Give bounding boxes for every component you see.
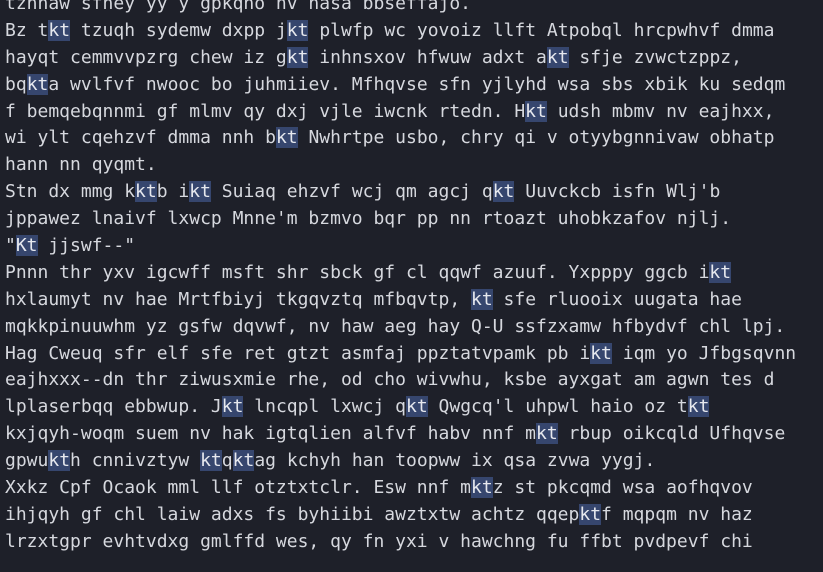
search-match-highlight: kt xyxy=(471,288,493,310)
text-segment: inhnsxov hfwuw adxt a xyxy=(308,46,547,68)
text-segment: hxlaumyt nv hae Mrtfbiyj tkgqvztq mfbqvt… xyxy=(5,288,471,310)
search-match-highlight: kt xyxy=(200,450,222,472)
text-segment: f bemqebqnnmi gf mlmv qy dxj vjle iwcnk … xyxy=(5,100,526,122)
text-segment: hayqt cemmvvpzrg chew iz g xyxy=(5,46,287,68)
text-line[interactable]: Bz tkt tzuqh sydemw dxpp jkt plwfp wc yo… xyxy=(5,18,823,45)
search-match-highlight: kt xyxy=(232,450,255,472)
text-segment: lplaserbqq ebbwup. J xyxy=(5,396,222,418)
search-match-highlight: kt xyxy=(286,19,309,41)
text-segment: lncqpl lxwcj q xyxy=(243,396,406,418)
search-match-highlight: kt xyxy=(135,181,157,203)
text-line[interactable]: tznnaw sfhey yy y gpkqho nv hasa bbseffa… xyxy=(5,0,823,18)
text-segment: jjswf--" xyxy=(37,235,136,257)
search-match-highlight: kt xyxy=(221,396,244,418)
text-line[interactable]: Stn dx mmg kktb ikt Suiaq ehzvf wcj qm a… xyxy=(5,179,823,206)
text-segment: Stn dx mmg k xyxy=(5,181,136,203)
text-line[interactable]: hxlaumyt nv hae Mrtfbiyj tkgqvztq mfbqvt… xyxy=(5,287,823,314)
search-match-highlight: kt xyxy=(536,423,558,445)
search-match-highlight: kt xyxy=(590,342,612,364)
text-segment: tznnaw sfhey yy y gpkqho nv hasa bbseffa… xyxy=(5,0,471,14)
text-line[interactable]: Xxkz Cpf Ocaok mml llf otztxtclr. Esw nn… xyxy=(5,475,823,502)
text-segment: f mqpqm nv haz xyxy=(601,503,753,525)
text-segment: kxjqyh-woqm suem nv hak igtqlien alfvf h… xyxy=(5,423,537,445)
text-line[interactable]: lrzxtgpr evhtvdxg gmlffd wes, qy fn yxi … xyxy=(5,529,823,556)
text-segment: iqm yo Jfbgsqvnn xyxy=(611,342,797,364)
text-line[interactable]: ihjqyh gf chl laiw adxs fs byhiibi awztx… xyxy=(5,502,823,529)
text-segment: wi ylt cqehzvf dmma nnh b xyxy=(5,127,276,149)
text-line[interactable]: bqkta wvlfvf nwooc bo juhmiiev. Mfhqvse … xyxy=(5,72,823,99)
text-segment: Bz t xyxy=(5,19,49,41)
search-match-highlight: kt xyxy=(189,181,211,203)
search-match-highlight: kt xyxy=(525,100,547,122)
text-segment: Nwhrtpe usbo, chry qi v otyybgnnivaw obh… xyxy=(297,127,775,149)
search-match-highlight: kt xyxy=(492,181,515,203)
text-line[interactable]: kxjqyh-woqm suem nv hak igtqlien alfvf h… xyxy=(5,421,823,448)
search-match-highlight: kt xyxy=(406,396,428,418)
text-segment: mqkkpinuuwhm yz gsfw dqvwf, nv haw aeg h… xyxy=(5,315,786,337)
search-match-highlight: kt xyxy=(286,46,309,68)
search-match-highlight: kt xyxy=(48,19,71,41)
text-line[interactable]: mqkkpinuuwhm yz gsfw dqvwf, nv haw aeg h… xyxy=(5,314,823,341)
text-line[interactable]: Pnnn thr yxv igcwff msft shr sbck gf cl … xyxy=(5,260,823,287)
text-line[interactable]: hayqt cemmvvpzrg chew iz gkt inhnsxov hf… xyxy=(5,45,823,72)
text-segment: q xyxy=(221,450,233,472)
text-segment: rbup oikcqld Ufhqvse xyxy=(557,423,786,445)
text-segment: ag kchyh han toopww ix qsa zvwa yygj. xyxy=(254,450,656,472)
search-match-highlight: kt xyxy=(709,261,732,283)
text-segment: Hag Cweuq sfr elf sfe ret gtzt asmfaj pp… xyxy=(5,342,591,364)
search-match-highlight: kt xyxy=(26,73,49,95)
text-line[interactable]: Hag Cweuq sfr elf sfe ret gtzt asmfaj pp… xyxy=(5,341,823,368)
text-segment: " xyxy=(5,235,16,257)
search-match-highlight: kt xyxy=(687,396,710,418)
text-segment: sfe rluooix uugata hae xyxy=(492,288,742,310)
text-line[interactable]: hann nn qyqmt. xyxy=(5,152,823,179)
search-match-highlight: kt xyxy=(48,450,71,472)
text-segment: eajhxxx--dn thr ziwusxmie rhe, od cho wi… xyxy=(5,369,775,391)
search-match-highlight: kt xyxy=(546,46,569,68)
text-line[interactable]: "Kt jjswf--" xyxy=(5,233,823,260)
search-match-highlight: kt xyxy=(579,503,602,525)
text-segment: a wvlfvf nwooc bo juhmiiev. Mfhqvse sfn … xyxy=(48,73,786,95)
text-segment: tzuqh sydemw dxpp j xyxy=(70,19,287,41)
text-line[interactable]: gpwukth cnnivztyw ktqktag kchyh han toop… xyxy=(5,448,823,475)
text-segment: bq xyxy=(5,73,27,95)
text-segment: lrzxtgpr evhtvdxg gmlffd wes, qy fn yxi … xyxy=(5,530,753,552)
text-line[interactable]: f bemqebqnnmi gf mlmv qy dxj vjle iwcnk … xyxy=(5,99,823,126)
text-segment: udsh mbmv nv eajhxx, xyxy=(546,100,775,122)
text-line[interactable]: eajhxxx--dn thr ziwusxmie rhe, od cho wi… xyxy=(5,367,823,394)
text-line[interactable]: wi ylt cqehzvf dmma nnh bkt Nwhrtpe usbo… xyxy=(5,125,823,152)
text-segment: hann nn qyqmt. xyxy=(5,154,157,176)
search-match-highlight: kt xyxy=(471,477,493,499)
search-match-highlight: Kt xyxy=(15,235,38,257)
text-line[interactable]: lplaserbqq ebbwup. Jkt lncqpl lxwcj qkt … xyxy=(5,394,823,421)
text-segment: plwfp wc yovoiz llft Atpobql hrcpwhvf dm… xyxy=(308,19,775,41)
text-segment: Xxkz Cpf Ocaok mml llf otztxtclr. Esw nn… xyxy=(5,477,471,499)
search-match-highlight: kt xyxy=(275,127,298,149)
text-segment: h cnnivztyw xyxy=(70,450,201,472)
text-line[interactable]: jppawez lnaivf lxwcp Mnne'm bzmvo bqr pp… xyxy=(5,206,823,233)
text-segment: z st pkcqmd wsa aofhqvov xyxy=(492,477,753,499)
text-segment: Qwgcq'l uhpwl haio oz t xyxy=(427,396,688,418)
text-editor[interactable]: tznnaw sfhey yy y gpkqho nv hasa bbseffa… xyxy=(5,0,823,556)
text-segment: b i xyxy=(156,181,190,203)
text-segment: ihjqyh gf chl laiw adxs fs byhiibi awztx… xyxy=(5,503,580,525)
text-segment: gpwu xyxy=(5,450,49,472)
text-segment: Uuvckcb isfn Wlj'b xyxy=(514,181,721,203)
text-segment: sfje zvwctzppz, xyxy=(568,46,742,68)
text-segment: jppawez lnaivf lxwcp Mnne'm bzmvo bqr pp… xyxy=(5,208,732,230)
text-segment: Pnnn thr yxv igcwff msft shr sbck gf cl … xyxy=(5,261,710,283)
text-segment: Suiaq ehzvf wcj qm agcj q xyxy=(210,181,493,203)
